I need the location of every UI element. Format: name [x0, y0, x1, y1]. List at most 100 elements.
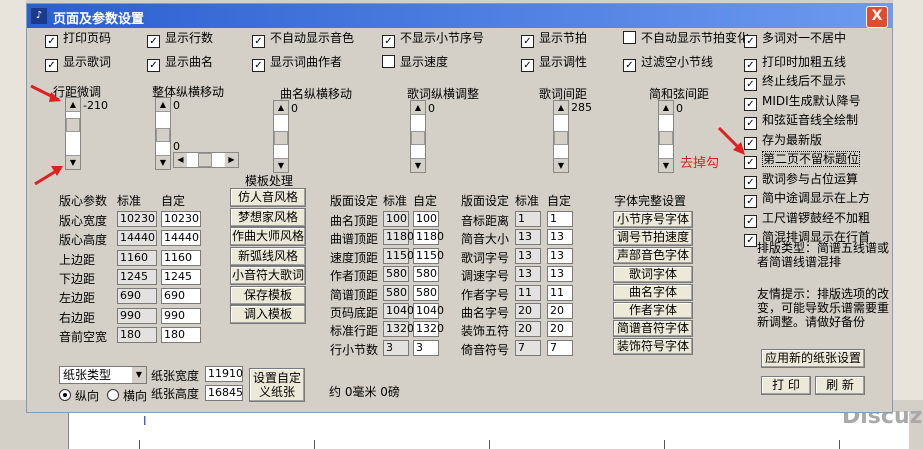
param-label: 页码底距: [330, 306, 379, 320]
right-checkbox-2[interactable]: ✓ 和弦延音线全绘制: [744, 113, 858, 130]
checkbox-11[interactable]: ✓ 显示调性: [521, 55, 587, 72]
right-checkbox-1[interactable]: ✓ MIDI生成默认降号: [744, 94, 861, 111]
paper-height-input[interactable]: 16845: [205, 385, 243, 401]
custom-input[interactable]: 690: [161, 288, 201, 305]
custom-input[interactable]: 580: [413, 266, 439, 283]
checkbox-label: 显示节拍: [539, 31, 588, 45]
apply-paper-button[interactable]: 应用新的纸张设置: [761, 349, 865, 368]
custom-input[interactable]: 13: [547, 247, 573, 264]
custom-input[interactable]: 1180: [413, 229, 444, 246]
refresh-button[interactable]: 刷 新: [815, 376, 865, 395]
landscape-radio[interactable]: 横向: [107, 387, 147, 404]
custom-input[interactable]: 1150: [413, 247, 444, 264]
custom-input[interactable]: 1040: [413, 303, 444, 319]
chord-spacing-scroll[interactable]: ▲ ▼: [658, 100, 674, 173]
template-button[interactable]: 调入模板: [230, 305, 306, 324]
right-checkbox-5[interactable]: ✓ 歌词参与占位运算: [744, 172, 858, 189]
custom-input[interactable]: 13: [547, 229, 573, 246]
std-value: 580: [383, 266, 409, 283]
font-button[interactable]: 曲名字体: [613, 283, 693, 301]
checkbox-6[interactable]: ✓ 多词对一不居中: [744, 31, 846, 48]
template-button[interactable]: 小音符大歌词: [230, 266, 306, 285]
checkbox-5[interactable]: 不自动显示节拍变化: [623, 31, 749, 46]
checkbox-12[interactable]: ✓ 过滤空小节线: [623, 55, 713, 72]
checkbox-9[interactable]: ✓ 显示词曲作者: [252, 55, 342, 72]
portrait-radio[interactable]: 纵向: [59, 387, 99, 404]
title-move-scroll[interactable]: ▲ ▼: [273, 100, 289, 173]
template-button[interactable]: 梦想家风格: [230, 207, 306, 227]
param-label: 作者字号: [461, 287, 510, 302]
param-label: 速度顶距: [330, 250, 379, 265]
empty-box-icon: [382, 55, 395, 68]
param-label: 上边距: [59, 252, 96, 267]
custom-input[interactable]: 1320: [413, 321, 444, 338]
custom-input[interactable]: 1245: [161, 268, 201, 285]
custom-input[interactable]: 20: [547, 303, 573, 319]
text-cursor: I: [143, 414, 147, 428]
checkbox-1[interactable]: ✓ 显示行数: [147, 31, 213, 48]
right-checkbox-6[interactable]: ✓ 简中途调显示在上方: [744, 191, 870, 208]
custom-input[interactable]: 580: [413, 284, 439, 301]
right-checkbox-0[interactable]: ✓ 终止线后不显示: [744, 74, 846, 91]
lyric-spacing-scroll[interactable]: ▲ ▼: [553, 100, 569, 173]
font-button[interactable]: 声部音色字体: [613, 247, 693, 265]
custom-input[interactable]: 20: [547, 321, 573, 338]
font-button[interactable]: 作者字体: [613, 302, 693, 319]
custom-input[interactable]: 990: [161, 307, 201, 324]
checkbox-8[interactable]: ✓ 显示曲名: [147, 55, 213, 72]
custom-input[interactable]: 1160: [161, 249, 201, 266]
radio-off-icon: [107, 389, 119, 401]
checkbox-0[interactable]: ✓ 打印页码: [45, 31, 112, 48]
checkbox-10[interactable]: 显示速度: [382, 55, 448, 70]
font-button[interactable]: 调号节拍速度: [613, 229, 693, 247]
line-spacing-scroll[interactable]: ▲ ▼: [65, 97, 81, 170]
move-all-hscroll[interactable]: ◀ ▶: [173, 152, 239, 168]
checkbox-4[interactable]: ✓ 显示节拍: [521, 31, 588, 48]
font-button[interactable]: 简谱音符字体: [613, 320, 693, 338]
custom-paper-button[interactable]: 设置自定义纸张: [249, 368, 305, 402]
lyric-adjust-value: 0: [428, 102, 435, 115]
template-button[interactable]: 保存模板: [230, 285, 306, 305]
std-value: 20: [515, 321, 541, 338]
close-button[interactable]: X: [866, 6, 888, 28]
std-value: 14440: [117, 230, 157, 247]
custom-input[interactable]: 10230: [161, 211, 201, 227]
std-value: 1040: [383, 303, 414, 319]
custom-input[interactable]: 13: [547, 266, 573, 283]
checkbox-3[interactable]: ✓ 不显示小节序号: [382, 31, 484, 48]
font-button[interactable]: 装饰符号字体: [613, 338, 693, 356]
right-checkbox-7[interactable]: ✓ 工尺谱锣鼓经不加粗: [744, 211, 870, 228]
custom-input[interactable]: 3: [413, 339, 439, 356]
template-button[interactable]: 新弧线风格: [230, 246, 306, 266]
font-button[interactable]: 歌词字体: [613, 265, 693, 283]
custom-input[interactable]: 11: [547, 284, 573, 301]
paper-width-input[interactable]: 11910: [205, 366, 243, 382]
std-value: 990: [117, 307, 157, 324]
checkbox-13[interactable]: ✓ 打印时加粗五线: [744, 55, 846, 72]
right-checkbox-8[interactable]: ✓ 简混排调显示在行首: [744, 230, 870, 247]
move-all-vscroll[interactable]: ▲ ▼: [155, 97, 171, 170]
right-checkbox-4[interactable]: ✓ 第二页不留标题位: [744, 151, 861, 169]
checkbox-2[interactable]: ✓ 不自动显示音色: [252, 31, 355, 48]
font-button[interactable]: 小节序号字体: [613, 211, 693, 228]
right-checkbox-3[interactable]: ✓ 存为最新版: [744, 132, 823, 150]
custom-input[interactable]: 1: [547, 211, 573, 227]
param-label: 曲名字号: [461, 306, 510, 320]
friendly-tip: 友情提示：排版选项的改变，可能导致乐谱需要重新调整。请做好备份: [757, 287, 890, 329]
checkbox-label: 打印页码: [63, 31, 112, 45]
paper-height-label: 纸张高度: [151, 387, 200, 401]
custom-input[interactable]: 7: [547, 339, 573, 356]
checkbox-7[interactable]: ✓ 显示歌词: [45, 55, 111, 72]
print-button[interactable]: 打 印: [761, 376, 811, 395]
template-button[interactable]: 作曲大师风格: [230, 227, 306, 246]
param-label: 作者顶距: [330, 269, 379, 284]
param-label: 歌词字号: [461, 250, 510, 265]
custom-input[interactable]: 14440: [161, 230, 201, 247]
checkbox-label: 存为最新版: [762, 132, 823, 147]
lyric-adjust-scroll[interactable]: ▲ ▼: [410, 100, 426, 173]
template-button[interactable]: 仿人音风格: [230, 188, 306, 207]
checkbox-label: 不自动显示音色: [270, 31, 355, 45]
custom-input[interactable]: 180: [161, 326, 201, 343]
paper-type-combo[interactable]: 纸张类型 ▼: [59, 366, 147, 384]
custom-input[interactable]: 100: [413, 211, 439, 227]
